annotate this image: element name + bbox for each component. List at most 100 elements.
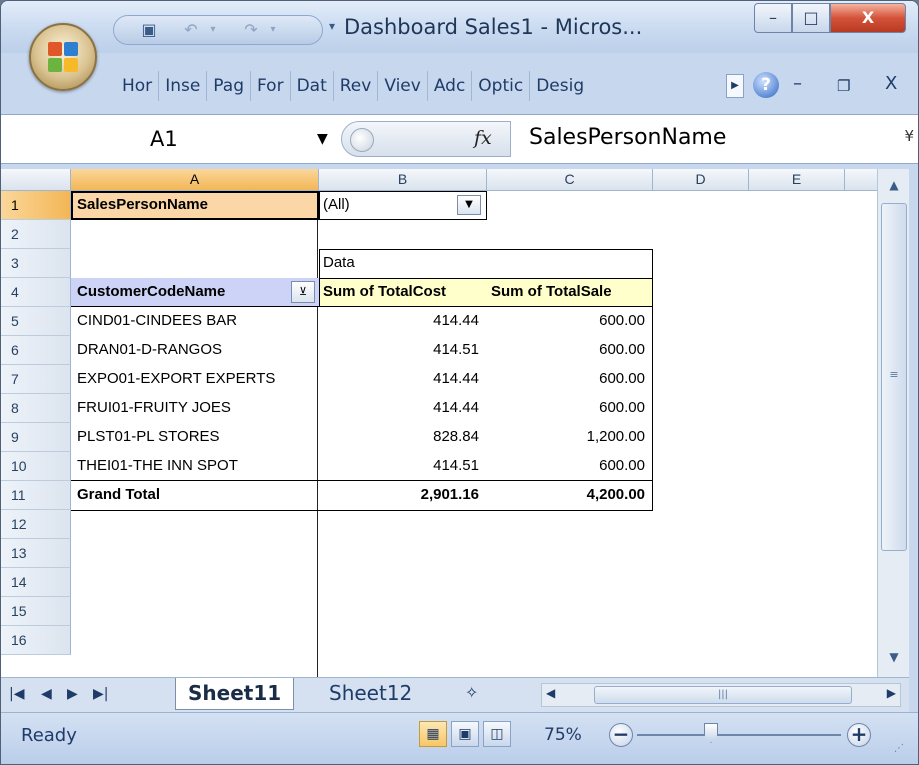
tab-page-layout[interactable]: Pag <box>206 71 250 101</box>
scroll-right-icon[interactable]: ▶ <box>887 686 896 700</box>
row-header[interactable]: 16 <box>1 626 71 655</box>
minimize-button[interactable]: – <box>754 3 792 33</box>
tab-scroll-right-icon[interactable]: ▶ <box>726 74 744 98</box>
insert-sheet-icon[interactable]: ✧ <box>453 678 490 710</box>
tab-view[interactable]: Viev <box>377 71 427 101</box>
window-controls: – □ X <box>754 3 906 33</box>
pivot-vertical-line <box>317 191 318 677</box>
tab-addins[interactable]: Adc <box>426 71 471 101</box>
pivot-row-cost: 414.44 <box>433 399 479 416</box>
row-header[interactable]: 7 <box>1 365 71 394</box>
name-box[interactable]: A1 ▼ <box>27 123 328 155</box>
row-header[interactable]: 8 <box>1 394 71 423</box>
filter-dropdown-icon[interactable]: ▼ <box>457 195 481 215</box>
help-button[interactable]: ? <box>753 72 779 98</box>
column-header-a[interactable]: A <box>71 169 319 191</box>
vertical-scroll-thumb[interactable]: ≡ <box>881 203 907 551</box>
pivot-row-cost: 414.51 <box>433 341 479 358</box>
row-filter-icon[interactable]: ⊻ <box>291 281 315 303</box>
tab-insert[interactable]: Inse <box>158 71 206 101</box>
ribbon-tabs: Hor Inse Pag For Dat Rev Viev Adc Optic … <box>116 71 590 101</box>
zoom-in-button[interactable]: + <box>847 723 871 747</box>
scroll-left-icon[interactable]: ◀ <box>546 686 555 700</box>
row-header[interactable]: 12 <box>1 510 71 539</box>
scroll-up-icon[interactable]: ▲ <box>880 175 908 195</box>
redo-dropdown-icon[interactable]: ▾ <box>262 20 284 40</box>
undo-icon[interactable]: ↶ <box>180 20 202 40</box>
row-header[interactable]: 9 <box>1 423 71 452</box>
title-bar: ▣ ↶ ▾ ↷ ▾ ▾ Dashboard Sales1 - Micros...… <box>1 1 918 53</box>
row-header[interactable]: 1 <box>1 191 71 220</box>
office-button[interactable] <box>29 23 97 91</box>
pivot-row-sale: 1,200.00 <box>586 428 645 445</box>
expand-handle-icon[interactable] <box>350 128 374 152</box>
grand-total-sale: 4,200.00 <box>586 486 645 503</box>
worksheet-grid[interactable]: A B C D E 1 2 3 4 5 6 7 8 9 10 11 12 13 … <box>1 169 877 677</box>
name-box-dropdown-icon[interactable]: ▼ <box>317 131 328 147</box>
tab-home[interactable]: Hor <box>116 71 158 101</box>
page-break-view-icon[interactable]: ◫ <box>483 721 511 747</box>
row-header[interactable]: 13 <box>1 539 71 568</box>
insert-function-button[interactable]: fx <box>474 127 492 149</box>
tab-data[interactable]: Dat <box>289 71 333 101</box>
scroll-down-icon[interactable]: ▼ <box>880 647 908 667</box>
mdi-restore-button[interactable]: ❐ <box>837 77 850 95</box>
row-header[interactable]: 5 <box>1 307 71 336</box>
zoom-out-button[interactable]: − <box>609 723 633 747</box>
select-all-corner[interactable] <box>1 169 71 191</box>
row-header[interactable]: 2 <box>1 220 71 249</box>
row-header[interactable]: 11 <box>1 481 71 510</box>
normal-view-icon[interactable]: ▦ <box>419 721 447 747</box>
sheet-tab-sheet11[interactable]: Sheet11 <box>175 678 295 710</box>
row-header[interactable]: 6 <box>1 336 71 365</box>
prev-sheet-icon[interactable]: ◀ <box>41 686 52 702</box>
redo-icon[interactable]: ↷ <box>240 20 262 40</box>
mdi-minimize-button[interactable]: – <box>793 73 802 94</box>
pivot-row-name: CIND01-CINDEES BAR <box>77 312 238 329</box>
row-header[interactable]: 10 <box>1 452 71 481</box>
pivot-filter-label: SalesPersonName <box>77 196 208 213</box>
pivot-row-cost: 414.44 <box>433 370 479 387</box>
formula-buttons: fx <box>341 121 511 157</box>
first-sheet-icon[interactable]: |◀ <box>9 686 24 702</box>
last-sheet-icon[interactable]: ▶| <box>93 686 108 702</box>
row-header[interactable]: 4 <box>1 278 71 307</box>
column-header-c[interactable]: C <box>487 169 653 191</box>
zoom-slider-thumb[interactable] <box>704 723 718 743</box>
mdi-close-button[interactable]: X <box>885 73 897 94</box>
resize-grip-icon[interactable]: ⋰ <box>894 743 904 754</box>
pivot-row-sale: 600.00 <box>599 370 645 387</box>
tab-design[interactable]: Desig <box>529 71 590 101</box>
column-header-b[interactable]: B <box>319 169 487 191</box>
formula-bar: A1 ▼ fx SalesPersonName ¥ <box>1 114 918 164</box>
pivot-row-name: DRAN01-D-RANGOS <box>77 341 223 358</box>
sheet-tab-bar: |◀ ◀ ▶ ▶| Sheet11 Sheet12 ✧ ◀ ||| ▶ <box>1 677 909 712</box>
pivot-filter-value: (All) <box>323 196 350 213</box>
zoom-level[interactable]: 75% <box>544 725 582 745</box>
tab-formulas[interactable]: For <box>250 71 290 101</box>
next-sheet-icon[interactable]: ▶ <box>67 686 78 702</box>
maximize-button[interactable]: □ <box>792 3 830 33</box>
save-icon[interactable]: ▣ <box>138 20 160 40</box>
horizontal-scroll-thumb[interactable]: ||| <box>594 686 852 704</box>
page-layout-view-icon[interactable]: ▣ <box>451 721 479 747</box>
column-header-f[interactable] <box>845 169 877 191</box>
pivot-col-header-cost: Sum of TotalCost <box>323 283 447 300</box>
sheet-tab-sheet12[interactable]: Sheet12 <box>317 678 424 710</box>
row-header[interactable]: 14 <box>1 568 71 597</box>
customize-qat-icon[interactable]: ▾ <box>329 19 335 33</box>
expand-formula-bar-icon[interactable]: ¥ <box>904 127 914 145</box>
row-header[interactable]: 15 <box>1 597 71 626</box>
tab-review[interactable]: Rev <box>332 71 378 101</box>
undo-dropdown-icon[interactable]: ▾ <box>202 20 224 40</box>
tab-options[interactable]: Optic <box>471 71 529 101</box>
vertical-scrollbar[interactable]: ▲ ≡ ▼ <box>877 169 909 677</box>
column-header-e[interactable]: E <box>749 169 845 191</box>
formula-input[interactable]: SalesPersonName <box>529 125 726 150</box>
zoom-slider-track[interactable] <box>637 734 841 736</box>
pivot-row-header: CustomerCodeName <box>77 283 226 300</box>
row-header[interactable]: 3 <box>1 249 71 278</box>
close-button[interactable]: X <box>830 3 906 33</box>
column-header-d[interactable]: D <box>653 169 749 191</box>
horizontal-scrollbar[interactable]: ◀ ||| ▶ <box>541 683 901 707</box>
